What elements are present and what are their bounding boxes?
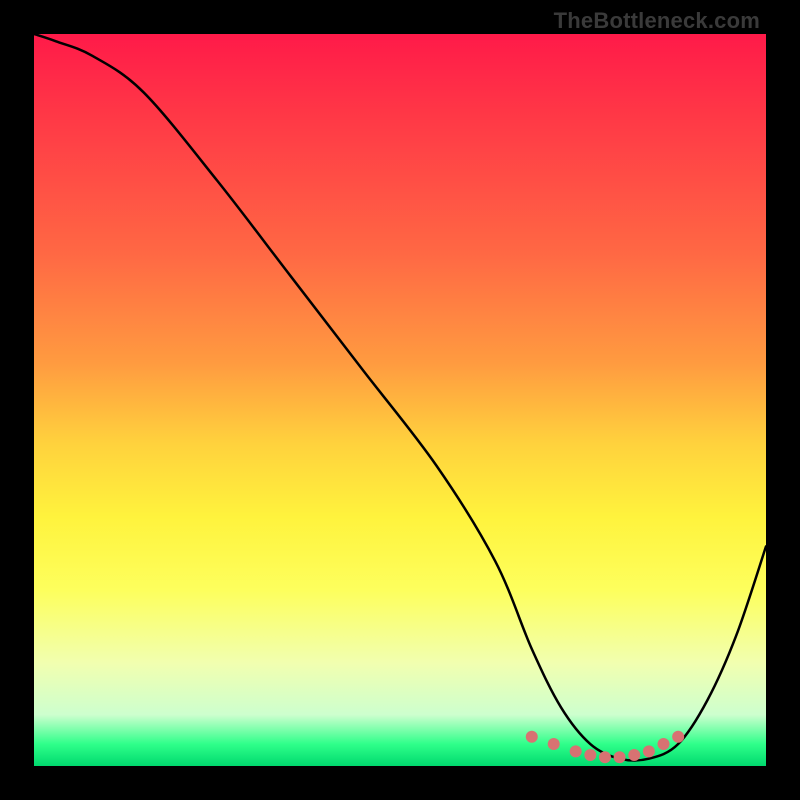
chart-frame: TheBottleneck.com: [0, 0, 800, 800]
watermark-text: TheBottleneck.com: [554, 8, 760, 34]
plot-area: [34, 34, 766, 766]
bottleneck-curve: [34, 34, 766, 766]
